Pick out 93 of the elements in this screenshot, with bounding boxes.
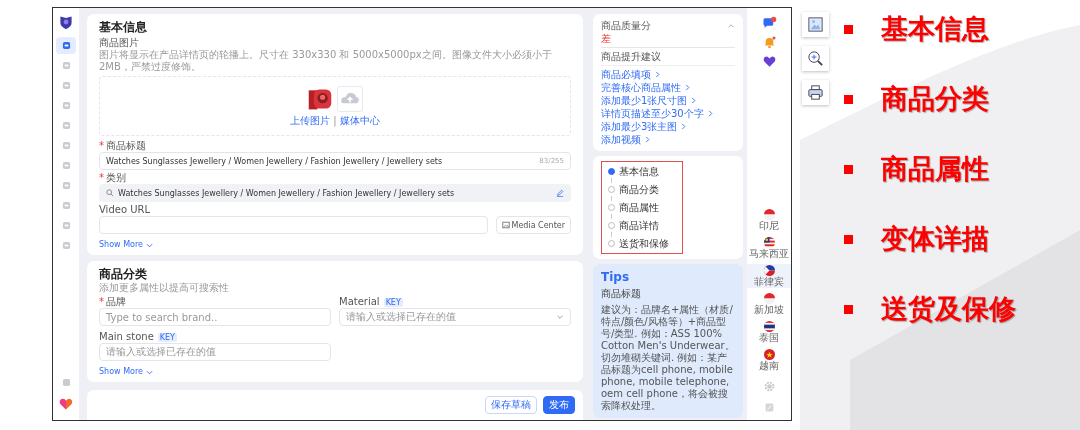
- search-icon: [106, 189, 114, 197]
- image-icon: [501, 221, 510, 229]
- step-label: 商品属性: [619, 201, 659, 214]
- publish-button[interactable]: 发布: [543, 396, 575, 414]
- separator: |: [333, 114, 337, 127]
- zoom-in-button[interactable]: [802, 46, 829, 71]
- quality-title: 商品质量分: [601, 19, 651, 32]
- field-label: 商品图片: [99, 37, 140, 49]
- zoom-in-icon: [805, 49, 826, 68]
- upload-image-link[interactable]: 上传图片: [290, 114, 331, 127]
- caret-icon[interactable]: [727, 21, 735, 30]
- category-field[interactable]: Watches Sunglasses Jewellery / Women Jewellery / Fashion Jewellery / Jewellery sets: [99, 184, 571, 202]
- region-button[interactable]: 印尼: [747, 208, 791, 232]
- key-tag: KEY: [157, 332, 177, 342]
- region-button[interactable]: 泰国: [747, 320, 791, 344]
- step-label: 送货和保修: [619, 237, 669, 250]
- bullet-text: 变体详描: [881, 222, 989, 256]
- sidebar-item[interactable]: [56, 37, 76, 54]
- section-nav-item[interactable]: 基本信息: [608, 165, 676, 178]
- bullet-text: 基本信息: [881, 12, 989, 46]
- quality-grade: 差: [601, 32, 735, 48]
- printer-icon: [805, 83, 826, 102]
- step-label: 商品分类: [619, 183, 659, 196]
- select-field[interactable]: 请输入或选择已存在的值: [339, 308, 571, 326]
- suggestion-title: 商品提升建议: [601, 50, 735, 66]
- field-label: * 商品标题: [99, 140, 147, 152]
- flag-icon: [763, 209, 775, 220]
- region-button[interactable]: 新加坡: [747, 292, 791, 316]
- save-draft-button[interactable]: 保存草稿: [485, 396, 537, 414]
- field-label: Material: [339, 296, 380, 308]
- suggestion-link[interactable]: 添加最少1张尺寸图: [601, 94, 735, 107]
- chat-icon[interactable]: [761, 16, 777, 31]
- chevron-down-icon: [145, 368, 153, 376]
- field-label: Main stone: [99, 331, 154, 343]
- chevron-down-icon: [145, 241, 153, 249]
- show-more-link[interactable]: Show More: [99, 240, 153, 250]
- region-button[interactable]: 菲律宾: [747, 264, 791, 288]
- region-button[interactable]: 马来西亚: [747, 236, 791, 260]
- bullet-marker: [844, 24, 853, 34]
- section-nav-item[interactable]: 商品详情: [608, 219, 676, 232]
- bullet-marker: [844, 304, 853, 314]
- flag-icon: [763, 321, 775, 332]
- suggestion-link[interactable]: 完善核心商品属性: [601, 81, 735, 94]
- video-url-field[interactable]: [99, 216, 488, 234]
- flag-icon: [763, 237, 775, 248]
- media-center-link[interactable]: 媒体中心: [339, 114, 380, 127]
- bullet-marker: [844, 164, 853, 174]
- bullet-text: 商品分类: [881, 82, 989, 116]
- bullet-marker: [844, 94, 853, 104]
- logo-icon: [58, 14, 74, 30]
- step-label: 商品详情: [619, 219, 659, 232]
- section-nav-item[interactable]: 商品分类: [608, 183, 676, 196]
- chevron-right-icon: [654, 71, 661, 78]
- section-nav-item[interactable]: 商品属性: [608, 201, 676, 214]
- suggestion-link[interactable]: 添加视频: [601, 133, 735, 146]
- suggestion-link[interactable]: 添加最少3张主图: [601, 120, 735, 133]
- field-label: Video URL: [99, 204, 152, 216]
- image-hint: 图片将显示在产品详情页的轮播上。尺寸在 330x330 和 5000x5000px之间。图像文件大小必须小于 2MB，严禁过度修饰。: [99, 49, 553, 73]
- suggestion-link[interactable]: 商品必填项: [601, 68, 735, 81]
- image-icon: [805, 15, 826, 34]
- input-field[interactable]: Type to search brand..: [99, 308, 331, 326]
- upload-icon[interactable]: [337, 85, 363, 112]
- chevron-right-icon: [680, 123, 688, 130]
- region-button[interactable]: 越南: [747, 348, 791, 372]
- tips-title: Tips: [601, 270, 631, 284]
- section-nav-item[interactable]: 送货和保修: [608, 237, 676, 250]
- flag-icon: [763, 293, 775, 304]
- pencil-icon[interactable]: [556, 189, 564, 197]
- flag-icon: [763, 349, 775, 360]
- image-button[interactable]: [802, 12, 829, 37]
- bullet-marker: [844, 234, 853, 244]
- print-button[interactable]: [802, 80, 829, 105]
- section-title: 商品分类: [99, 267, 148, 282]
- key-tag: KEY: [383, 297, 403, 307]
- heart-logo-icon: [58, 396, 74, 412]
- input-field[interactable]: 请输入或选择已存在的值: [99, 343, 331, 361]
- suggestion-link[interactable]: 详情页描述至少30个字: [601, 107, 735, 120]
- show-more-link[interactable]: Show More: [99, 367, 153, 377]
- field-label: * 类别: [99, 172, 127, 184]
- media-center-button[interactable]: Media Center: [495, 216, 571, 234]
- bullet-text: 送货及保修: [881, 292, 1016, 326]
- flag-icon: [763, 265, 775, 276]
- gear-icon[interactable]: [762, 380, 776, 393]
- tips-text: 建议为：品牌名+属性（材质/特点/颜色/风格等）+商品型号/类型. 例如：ASS 100% Cotton Men's Underwear。切勿堆砌关键词. 例如：某产品标题为cell phone, mobile phone, mobile telephone, oem cell phone，将会被搜索降权处理。: [601, 304, 735, 412]
- bullet-text: 商品属性: [881, 152, 989, 186]
- section-subtitle: 添加更多属性以提高可搜索性: [99, 282, 230, 294]
- tips-subtitle: 商品标题: [601, 287, 642, 301]
- step-label: 基本信息: [619, 165, 659, 178]
- section-title: 基本信息: [99, 20, 148, 35]
- caret-icon: [556, 313, 564, 321]
- field-label: * 品牌: [99, 296, 126, 308]
- heart-icon[interactable]: [761, 54, 777, 69]
- chevron-right-icon: [644, 136, 651, 143]
